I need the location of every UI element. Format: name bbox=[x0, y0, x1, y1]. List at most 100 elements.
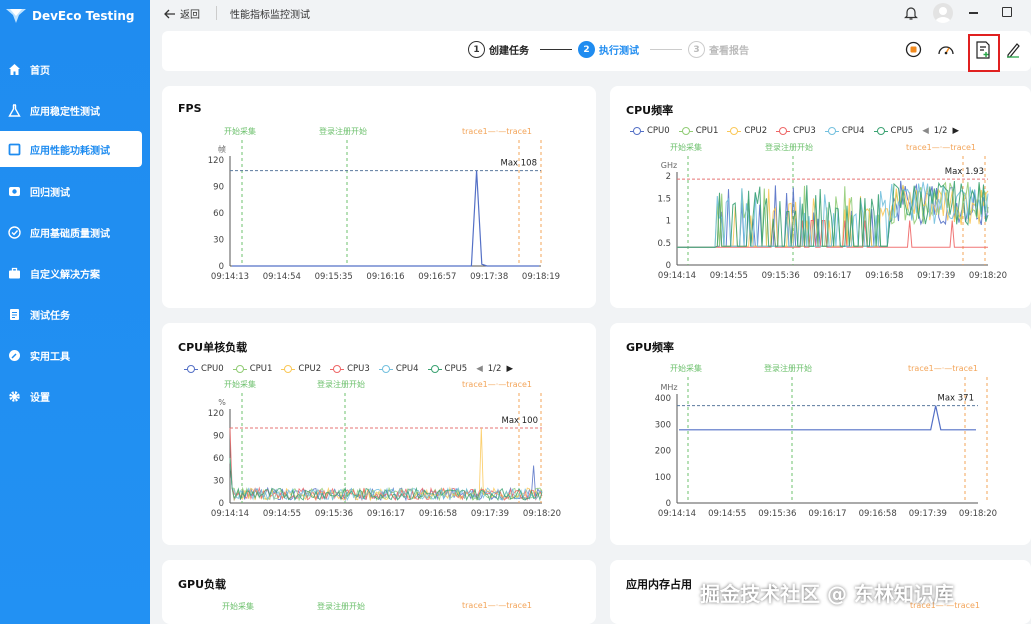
sidebar-item[interactable]: 首页 bbox=[0, 51, 142, 87]
step-report: 3 查看报告 bbox=[688, 41, 749, 58]
x-tick-label: 09:14:14 bbox=[211, 509, 249, 519]
step-connector bbox=[540, 49, 572, 50]
back-button[interactable]: 返回 bbox=[164, 6, 200, 21]
fps-card: FPS 开始采集 登录注册开始 trace1—·—trace1 帧 0 30 60 90 120… bbox=[162, 86, 596, 308]
bell-icon[interactable] bbox=[904, 5, 918, 21]
briefcase-icon bbox=[8, 267, 21, 280]
y-tick-label: 90 bbox=[213, 183, 224, 193]
axis-unit: MHz bbox=[660, 383, 677, 392]
axis-unit: 帧 bbox=[218, 144, 226, 154]
add-report-icon[interactable] bbox=[975, 41, 991, 59]
maximize-button[interactable] bbox=[1002, 7, 1012, 17]
y-tick-label: 100 bbox=[655, 473, 671, 483]
sidebar-item[interactable]: 应用基础质量测试 bbox=[0, 214, 142, 250]
annotation-trace: trace1—·—trace1 bbox=[462, 380, 532, 389]
y-tick-label: 2 bbox=[666, 172, 671, 182]
document-icon bbox=[8, 308, 21, 321]
y-tick-label: 0 bbox=[666, 261, 671, 271]
x-tick-label: 09:14:55 bbox=[710, 271, 748, 281]
x-tick-label: 09:18:20 bbox=[959, 509, 997, 519]
gpu-load-card: GPU负载 开始采集 登录注册开始 trace1—·—trace1 bbox=[162, 560, 596, 624]
x-tick-label: 09:16:58 bbox=[419, 509, 457, 519]
y-tick-label: 200 bbox=[655, 447, 671, 457]
x-tick-label: 09:16:58 bbox=[859, 509, 897, 519]
sidebar-item-label: 实用工具 bbox=[30, 351, 70, 363]
y-tick-label: 0 bbox=[219, 499, 224, 509]
gpu-frequency-chart: 开始采集 登录注册开始 trace1—·—trace1 MHz 0 100 200 300 40… bbox=[655, 363, 997, 519]
x-tick-label: 09:16:17 bbox=[367, 509, 405, 519]
y-tick-label: 0 bbox=[219, 262, 224, 272]
header-divider bbox=[216, 6, 217, 20]
sidebar-item[interactable]: 应用性能功耗测试 bbox=[0, 131, 142, 167]
x-tick-label: 09:18:19 bbox=[522, 272, 560, 282]
annotation-start: 开始采集 bbox=[222, 602, 254, 611]
sidebar-item-label: 设置 bbox=[30, 392, 50, 404]
y-tick-label: 60 bbox=[213, 454, 224, 464]
pen-icon[interactable] bbox=[1005, 41, 1021, 58]
step-label: 查看报告 bbox=[709, 46, 749, 57]
sidebar-item[interactable]: 设置 bbox=[0, 378, 142, 414]
arrow-left-icon bbox=[164, 9, 175, 18]
x-tick-label: 09:16:17 bbox=[808, 509, 846, 519]
step-number: 2 bbox=[578, 41, 595, 58]
sidebar-item-label: 应用基础质量测试 bbox=[30, 228, 110, 240]
cpu3-load-line bbox=[229, 427, 543, 502]
x-tick-label: 09:16:17 bbox=[813, 271, 851, 281]
x-tick-label: 09:17:39 bbox=[909, 509, 947, 519]
app-title: DevEco Testing bbox=[32, 9, 135, 23]
chart-title: 应用内存占用 bbox=[626, 578, 692, 591]
fps-chart: 开始采集 登录注册开始 trace1—·—trace1 帧 0 30 60 90 120 09:1… bbox=[208, 126, 560, 282]
step-connector bbox=[650, 49, 682, 50]
annotation-trace: trace1—·—trace1 bbox=[908, 364, 978, 373]
speedometer-icon[interactable] bbox=[937, 41, 955, 58]
step-execute: 2 执行测试 bbox=[578, 41, 639, 58]
home-icon bbox=[8, 63, 21, 76]
x-tick-label: 09:14:55 bbox=[708, 509, 746, 519]
axis-unit: % bbox=[218, 398, 226, 407]
sidebar-item-label: 自定义解决方案 bbox=[30, 269, 100, 281]
flask-icon bbox=[8, 103, 21, 117]
annotation-login: 登录注册开始 bbox=[317, 379, 365, 389]
gear-icon bbox=[8, 390, 21, 403]
x-tick-label: 09:14:54 bbox=[263, 272, 301, 282]
sidebar-item[interactable]: 自定义解决方案 bbox=[0, 255, 142, 291]
y-tick-label: 30 bbox=[213, 477, 224, 487]
x-tick-label: 09:14:14 bbox=[658, 509, 696, 519]
y-tick-label: 400 bbox=[655, 394, 671, 404]
stop-record-icon[interactable] bbox=[905, 41, 922, 58]
x-tick-label: 09:18:20 bbox=[523, 509, 561, 519]
y-tick-label: 300 bbox=[655, 420, 671, 430]
x-tick-label: 09:15:36 bbox=[758, 509, 796, 519]
x-tick-label: 09:16:58 bbox=[865, 271, 903, 281]
y-tick-label: 90 bbox=[213, 432, 224, 442]
sidebar-item[interactable]: 测试任务 bbox=[0, 296, 142, 332]
y-tick-label: 0 bbox=[666, 499, 671, 509]
sidebar-item[interactable]: 回归测试 bbox=[0, 173, 142, 209]
cpu-load-chart: 开始采集 登录注册开始 trace1—·—trace1% 0 30 60 90 120 09:1… bbox=[208, 379, 561, 519]
cpu-frequency-card: CPU频率 CPU0 CPU1 CPU2 CPU3 CPU4 CPU5 ◀ 1/2 ▶ 开始采集… bbox=[610, 86, 1031, 308]
cpu2-load-line bbox=[229, 427, 543, 502]
annotation-login: 登录注册开始 bbox=[764, 363, 812, 373]
max-label: Max 100 bbox=[502, 416, 539, 426]
sidebar-item[interactable]: 应用稳定性测试 bbox=[0, 92, 142, 128]
monitor-icon bbox=[8, 143, 21, 156]
check-circle-icon bbox=[8, 225, 21, 239]
minimize-button[interactable] bbox=[969, 12, 978, 14]
x-tick-label: 09:16:16 bbox=[366, 272, 404, 282]
x-tick-label: 09:15:36 bbox=[762, 271, 800, 281]
back-label: 返回 bbox=[180, 10, 200, 21]
y-tick-label: 0.5 bbox=[657, 239, 671, 249]
page-title: 性能指标监控测试 bbox=[230, 10, 310, 21]
step-number: 1 bbox=[468, 41, 485, 58]
chart-title: GPU负载 bbox=[178, 578, 227, 591]
sidebar-item[interactable]: 实用工具 bbox=[0, 337, 142, 373]
y-tick-label: 60 bbox=[213, 209, 224, 219]
fps-series-line bbox=[232, 170, 539, 267]
user-icon bbox=[935, 7, 951, 23]
annotation-start: 开始采集 bbox=[224, 379, 256, 389]
app-logo: DevEco Testing bbox=[6, 9, 135, 23]
avatar[interactable] bbox=[933, 3, 953, 23]
annotation-trace: trace1—·—trace1 bbox=[462, 601, 533, 610]
step-label: 创建任务 bbox=[489, 46, 529, 57]
gpu-frequency-card: GPU频率 开始采集 登录注册开始 trace1—·—trace1 MHz 0 100 20… bbox=[610, 323, 1031, 545]
